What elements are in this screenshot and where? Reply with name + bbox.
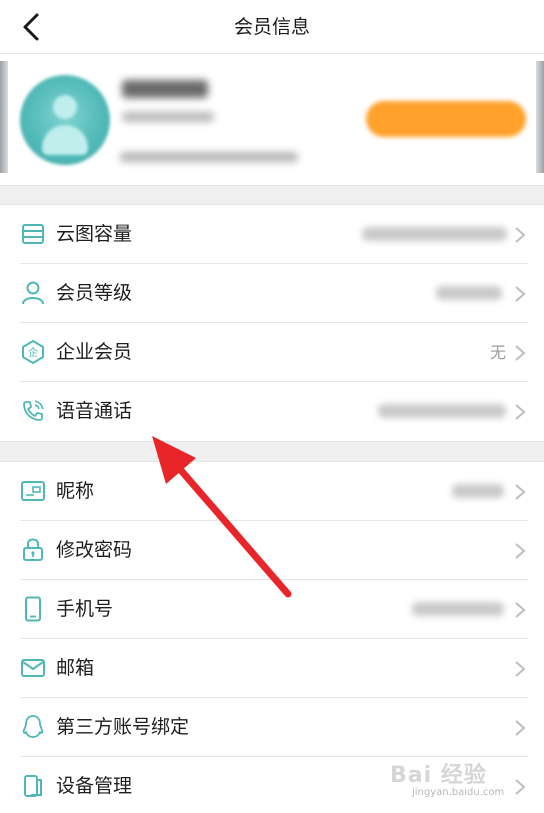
expiry-date-blurred	[120, 148, 298, 166]
row-third-party-binding[interactable]: 第三方账号绑定	[0, 698, 544, 757]
page-title: 会员信息	[233, 16, 310, 38]
svg-text:企: 企	[28, 346, 38, 359]
row-cloud-storage[interactable]: 云图容量	[0, 205, 544, 264]
mobile-phone-icon	[25, 596, 41, 622]
storage-value-blurred	[362, 227, 507, 241]
row-label: 语音通话	[56, 400, 133, 422]
nickname-value-blurred	[452, 484, 504, 498]
row-nickname[interactable]: 昵称	[0, 462, 544, 521]
chevron-right-icon	[515, 404, 526, 420]
row-label: 第三方账号绑定	[56, 716, 190, 738]
chevron-right-icon	[515, 720, 526, 736]
row-label: 企业会员	[56, 341, 133, 363]
row-label: 会员等级	[56, 282, 133, 304]
row-device-management[interactable]: 设备管理	[0, 757, 544, 813]
id-card-icon	[21, 481, 45, 501]
lock-icon	[23, 538, 43, 561]
row-label: 手机号	[56, 598, 114, 620]
chevron-right-icon	[515, 543, 526, 559]
avatar[interactable]	[20, 75, 110, 165]
user-icon	[22, 281, 44, 305]
renew-button[interactable]	[366, 101, 526, 137]
row-label: 昵称	[56, 480, 95, 502]
section-divider	[0, 185, 544, 205]
row-change-password[interactable]: 修改密码	[0, 521, 544, 580]
row-phone-number[interactable]: 手机号	[0, 580, 544, 639]
row-voice-call[interactable]: 语音通话	[0, 382, 544, 441]
profile-edge-right	[536, 61, 544, 173]
chevron-right-icon	[515, 779, 526, 795]
enterprise-badge-icon: 企	[22, 339, 44, 365]
member-type-blurred	[122, 108, 214, 126]
row-email[interactable]: 邮箱	[0, 639, 544, 698]
storage-icon	[22, 224, 44, 244]
voice-call-value-blurred	[378, 404, 506, 418]
chevron-right-icon	[515, 227, 526, 243]
navigation-bar: 会员信息	[0, 0, 544, 54]
chevron-right-icon	[515, 286, 526, 302]
chevron-right-icon	[515, 345, 526, 361]
qq-penguin-icon	[22, 715, 44, 738]
chevron-right-icon	[515, 484, 526, 500]
row-label: 修改密码	[56, 539, 133, 561]
row-label: 设备管理	[56, 775, 133, 797]
row-member-level[interactable]: 会员等级	[0, 264, 544, 323]
enterprise-member-value: 无	[489, 343, 506, 362]
section-divider	[0, 441, 544, 462]
avatar-body-shape	[42, 125, 88, 155]
profile-edge-left	[0, 61, 8, 173]
member-level-value-blurred	[436, 286, 502, 300]
chevron-right-icon	[515, 602, 526, 618]
chevron-right-icon	[515, 661, 526, 677]
row-label: 邮箱	[56, 657, 95, 679]
row-label: 云图容量	[56, 223, 133, 245]
avatar-head-shape	[53, 95, 77, 119]
device-icon	[24, 775, 42, 797]
phone-call-icon	[23, 400, 44, 421]
username-blurred	[122, 74, 208, 104]
row-enterprise-member[interactable]: 企 企业会员 无	[0, 323, 544, 382]
phone-number-value-blurred	[412, 602, 504, 616]
mail-icon	[21, 659, 45, 677]
